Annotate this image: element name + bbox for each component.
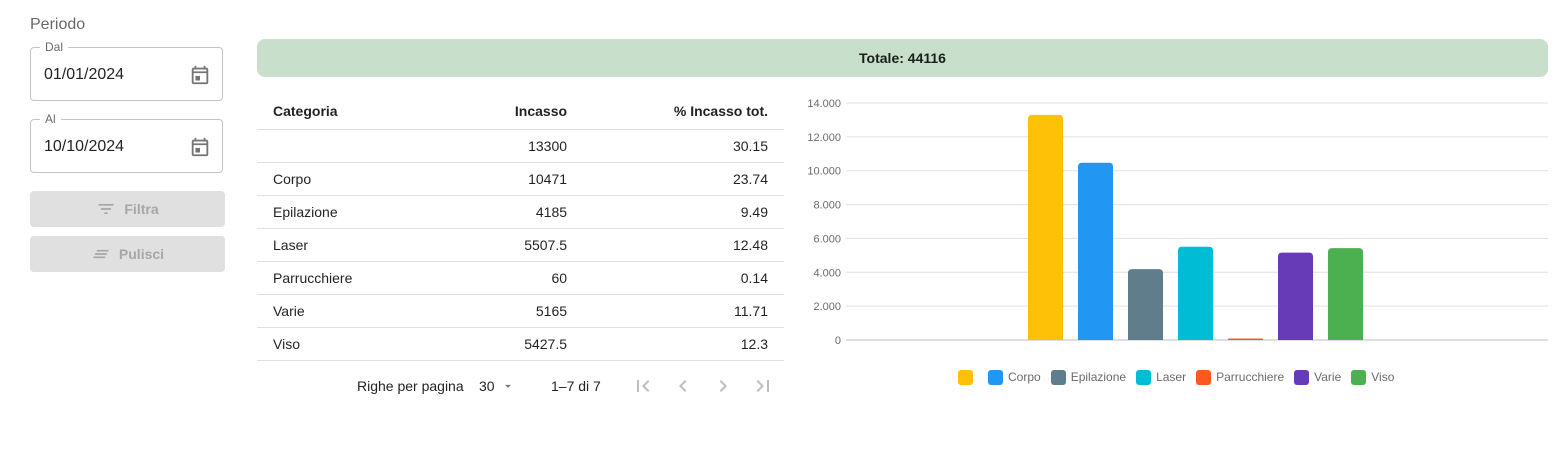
rows-per-page-label: Righe per pagina — [357, 378, 464, 394]
cell-incasso: 13300 — [449, 129, 584, 163]
y-tick-label: 2.000 — [813, 301, 841, 313]
to-date-field[interactable]: Al 10/10/2024 — [30, 112, 223, 173]
filter-button[interactable]: Filtra — [30, 191, 225, 227]
legend-label: Epilazione — [1070, 370, 1127, 384]
y-tick-label: 10.000 — [807, 166, 841, 178]
cell-categoria: Varie — [257, 294, 449, 328]
filter-list-icon — [98, 204, 114, 214]
legend-swatch — [1050, 369, 1066, 385]
y-tick-label: 4.000 — [813, 267, 841, 279]
chart-bar-epilazione[interactable] — [1128, 269, 1163, 340]
column-header-incasso[interactable]: Incasso — [449, 93, 584, 130]
next-page-icon[interactable] — [711, 374, 735, 398]
chart-bar-viso[interactable] — [1328, 248, 1363, 340]
chart-legend: Corpo Epilazione Laser Parrucchiere Varie Vis… — [958, 367, 1404, 387]
legend-item-parrucchiere[interactable]: Parrucchiere — [1196, 369, 1285, 385]
legend-label: Viso — [1371, 370, 1395, 384]
y-tick-label: 8.000 — [813, 200, 841, 212]
cell-percent: 12.3 — [583, 327, 784, 361]
total-text: Totale: 44116 — [859, 50, 946, 66]
to-date-label: Al — [40, 112, 61, 126]
column-header-categoria[interactable]: Categoria — [257, 93, 449, 130]
cell-categoria — [257, 129, 449, 163]
revenue-table: Categoria Incasso % Incasso tot. 13300 3… — [257, 93, 784, 361]
cell-categoria: Corpo — [257, 162, 449, 196]
calendar-icon[interactable] — [189, 136, 211, 158]
column-header-percent[interactable]: % Incasso tot. — [583, 93, 784, 130]
rows-per-page-select[interactable]: 30 — [479, 378, 495, 394]
y-tick-label: 14.000 — [807, 98, 841, 110]
cell-incasso: 4185 — [449, 195, 584, 229]
cell-percent: 23.74 — [583, 162, 784, 196]
table-row: Laser 5507.5 12.48 — [257, 228, 784, 262]
first-page-icon[interactable] — [631, 374, 655, 398]
legend-item-varie[interactable]: Varie — [1294, 369, 1342, 385]
periodo-label: Periodo — [30, 16, 86, 33]
table-row: Viso 5427.5 12.3 — [257, 327, 784, 361]
chart-bar-corpo[interactable] — [1078, 162, 1113, 340]
to-date-value[interactable]: 10/10/2024 — [44, 138, 124, 156]
chart-canvas: 0 2.000 4.000 6.000 8.000 10.000 12.000 14.000 — [807, 98, 1548, 347]
legend-item-viso[interactable]: Viso — [1351, 369, 1395, 385]
table-row: Varie 5165 11.71 — [257, 294, 784, 328]
legend-label: Corpo — [1008, 370, 1041, 384]
table-row: Corpo 10471 23.74 — [257, 162, 784, 196]
calendar-icon[interactable] — [189, 64, 211, 86]
cell-incasso: 5165 — [449, 294, 584, 328]
previous-page-icon[interactable] — [671, 374, 695, 398]
table-row: Epilazione 4185 9.49 — [257, 195, 784, 229]
from-date-value[interactable]: 01/01/2024 — [44, 66, 124, 84]
cell-incasso: 10471 — [449, 162, 584, 196]
cell-categoria: Epilazione — [257, 195, 449, 229]
cell-incasso: 60 — [449, 261, 584, 295]
legend-item-uncategorized[interactable] — [958, 369, 978, 385]
clear-button[interactable]: Pulisci — [30, 236, 225, 272]
legend-swatch — [1351, 369, 1367, 385]
cell-categoria: Viso — [257, 327, 449, 361]
cell-percent: 30.15 — [583, 129, 784, 163]
filter-button-label: Filtra — [124, 201, 159, 217]
legend-label: Varie — [1314, 370, 1342, 384]
legend-item-corpo[interactable]: Corpo — [988, 369, 1041, 385]
total-banner: Totale: 44116 — [257, 39, 1548, 77]
y-tick-label: 12.000 — [807, 132, 841, 144]
legend-swatch — [1294, 369, 1310, 385]
legend-item-laser[interactable]: Laser — [1136, 369, 1187, 385]
table-header-row: Categoria Incasso % Incasso tot. — [257, 93, 784, 130]
y-tick-label: 6.000 — [813, 233, 841, 245]
legend-label: Laser — [1156, 370, 1187, 384]
pagination-range: 1–7 di 7 — [551, 378, 601, 394]
cell-categoria: Parrucchiere — [257, 261, 449, 295]
last-page-icon[interactable] — [751, 374, 775, 398]
chart-bar-varie[interactable] — [1278, 252, 1313, 340]
clear-button-label: Pulisci — [118, 246, 165, 262]
chart-bar-parrucchiere[interactable] — [1228, 338, 1263, 341]
table-row: Parrucchiere 60 0.14 — [257, 261, 784, 295]
legend-swatch — [1196, 369, 1212, 385]
cell-percent: 12.48 — [583, 228, 784, 262]
clear-all-icon — [93, 249, 109, 259]
cell-categoria: Laser — [257, 228, 449, 262]
cell-incasso: 5507.5 — [449, 228, 584, 262]
cell-percent: 11.71 — [583, 294, 784, 328]
y-tick-label: 0 — [835, 335, 841, 347]
from-date-label: Dal — [40, 40, 69, 54]
cell-percent: 0.14 — [583, 261, 784, 295]
dropdown-arrow-icon[interactable] — [501, 379, 515, 393]
revenue-bar-chart: 0 2.000 4.000 6.000 8.000 10.000 12.000 14.000 — [790, 90, 1550, 400]
cell-incasso: 5427.5 — [449, 327, 584, 361]
legend-swatch — [988, 369, 1003, 385]
legend-label: Parrucchiere — [1216, 370, 1285, 384]
from-date-field[interactable]: Dal 01/01/2024 — [30, 40, 223, 101]
table-row: 13300 30.15 — [257, 129, 784, 163]
legend-swatch — [958, 369, 973, 385]
cell-percent: 9.49 — [583, 195, 784, 229]
legend-item-epilazione[interactable]: Epilazione — [1050, 369, 1127, 385]
chart-bar-uncategorized[interactable] — [1028, 114, 1063, 340]
table-pagination: Righe per pagina 30 1–7 di 7 — [257, 370, 784, 402]
legend-swatch — [1136, 369, 1152, 385]
chart-bar-laser[interactable] — [1178, 246, 1213, 340]
